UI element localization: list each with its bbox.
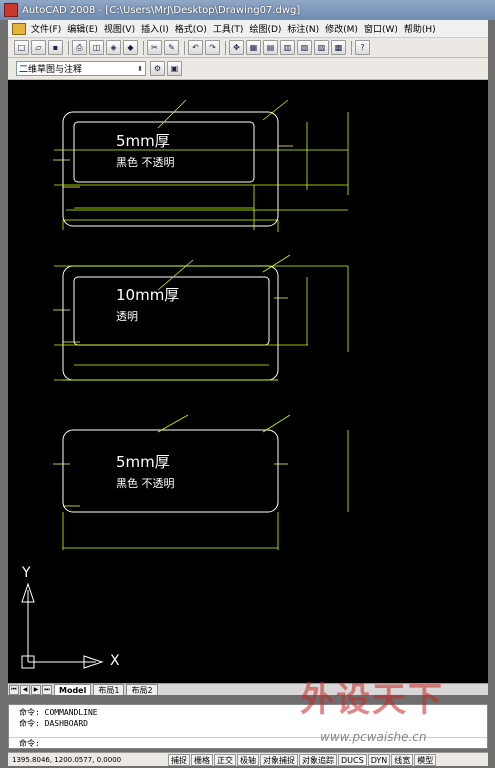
menu-modify[interactable]: 修改(M) bbox=[322, 22, 361, 35]
toggle-dyn[interactable]: DYN bbox=[367, 753, 391, 766]
tab-model[interactable]: Model bbox=[54, 684, 92, 695]
workspace-select[interactable]: 二维草图与注释 ⬍ bbox=[16, 61, 146, 76]
coordinate-readout: 1395.8046, 1200.0577, 0.0000 bbox=[12, 755, 122, 764]
prev-tab-icon[interactable]: ◀ bbox=[20, 684, 30, 695]
panel-3-drawing bbox=[53, 414, 349, 550]
match-properties-icon[interactable]: ✎ bbox=[164, 40, 179, 55]
drawing-canvas[interactable]: .geo { fill: none; stroke: #ffffff; stro… bbox=[8, 80, 488, 683]
status-bar: 1395.8046, 1200.0577, 0.0000 捕捉 栅格 正交 极轴… bbox=[8, 752, 488, 766]
menu-format[interactable]: 格式(O) bbox=[172, 22, 210, 35]
menu-view[interactable]: 视图(V) bbox=[101, 22, 138, 35]
menu-window[interactable]: 窗口(W) bbox=[361, 22, 401, 35]
workspace-settings-icon[interactable]: ⚙ bbox=[150, 61, 165, 76]
calculator-icon[interactable]: ▩ bbox=[331, 40, 346, 55]
toggle-otrack[interactable]: 对象追踪 bbox=[299, 753, 337, 766]
toolbar-separator bbox=[68, 40, 69, 55]
chevron-down-icon: ⬍ bbox=[137, 64, 143, 73]
toolbar-separator bbox=[225, 40, 226, 55]
tab-layout1[interactable]: 布局1 bbox=[93, 684, 125, 695]
last-tab-icon[interactable]: ⏭ bbox=[42, 684, 52, 695]
panel-1-leaders bbox=[157, 99, 289, 129]
panel-3-thickness-label: 5mm厚 bbox=[116, 453, 170, 471]
markup-icon[interactable]: ▨ bbox=[314, 40, 329, 55]
panel-1-horizontal-dims bbox=[62, 185, 279, 232]
toggle-ortho[interactable]: 正交 bbox=[214, 753, 236, 766]
menu-dimension[interactable]: 标注(N) bbox=[284, 22, 322, 35]
menu-edit[interactable]: 编辑(E) bbox=[64, 22, 101, 35]
menu-insert[interactable]: 插入(I) bbox=[138, 22, 172, 35]
toggle-model[interactable]: 模型 bbox=[414, 753, 437, 766]
panel-3-outline bbox=[62, 429, 279, 513]
ucs-y-label: Y bbox=[22, 565, 31, 581]
panel-2-material-label: 透明 bbox=[116, 310, 138, 323]
ucs-x-label: X bbox=[110, 653, 120, 669]
document-menu-icon[interactable] bbox=[12, 22, 26, 35]
panel-1-extension-lines bbox=[54, 149, 348, 211]
undo-icon[interactable]: ↶ bbox=[188, 40, 203, 55]
new-file-icon[interactable]: □ bbox=[14, 40, 29, 55]
print-preview-icon[interactable]: ◫ bbox=[89, 40, 104, 55]
window-title: AutoCAD 2008 - [C:\Users\MrJ\Desktop\Dra… bbox=[22, 4, 301, 16]
ucs-arrows bbox=[21, 582, 104, 669]
drawing-svg: .geo { fill: none; stroke: #ffffff; stro… bbox=[21, 99, 349, 669]
watermark-brand: 外设天下 bbox=[300, 672, 444, 721]
print-icon[interactable]: ⎙ bbox=[72, 40, 87, 55]
panel-2-extension-lines bbox=[54, 265, 348, 381]
panel-2-horizontal-dims bbox=[63, 364, 278, 381]
menu-draw[interactable]: 绘图(D) bbox=[246, 22, 284, 35]
panel-1-thickness-label: 5mm厚 bbox=[116, 132, 170, 150]
panel-3-dims bbox=[62, 430, 349, 550]
panel-3-material-label: 黑色 不透明 bbox=[116, 477, 175, 490]
pan-icon[interactable]: ✥ bbox=[229, 40, 244, 55]
design-center-icon[interactable]: ▤ bbox=[263, 40, 278, 55]
panel-1-material-label: 黑色 不透明 bbox=[116, 156, 175, 169]
panel-2-vertical-dims bbox=[306, 266, 349, 352]
panel-1-vertical-dims bbox=[306, 112, 349, 195]
workspaces-toolbar: 二维草图与注释 ⬍ ⚙ ▣ bbox=[8, 58, 488, 80]
tab-layout2[interactable]: 布局2 bbox=[126, 684, 158, 695]
toggle-snap[interactable]: 捕捉 bbox=[168, 753, 190, 766]
menu-tools[interactable]: 工具(T) bbox=[210, 22, 247, 35]
menu-file[interactable]: 文件(F) bbox=[28, 22, 64, 35]
toggle-grid[interactable]: 栅格 bbox=[191, 753, 213, 766]
publish-icon[interactable]: ◈ bbox=[106, 40, 121, 55]
autocad-app-icon[interactable] bbox=[4, 3, 18, 17]
cut-icon[interactable]: ✂ bbox=[147, 40, 162, 55]
tool-palettes-icon[interactable]: ▥ bbox=[280, 40, 295, 55]
next-tab-icon[interactable]: ▶ bbox=[31, 684, 41, 695]
redo-icon[interactable]: ↷ bbox=[205, 40, 220, 55]
help-icon[interactable]: ? bbox=[355, 40, 370, 55]
toolbar-separator bbox=[143, 40, 144, 55]
toggle-lineweight[interactable]: 线宽 bbox=[391, 753, 414, 766]
toggle-ducs[interactable]: DUCS bbox=[338, 753, 367, 766]
save-icon[interactable]: ▪ bbox=[48, 40, 63, 55]
watermark-url: www.pcwaishe.cn bbox=[320, 730, 427, 744]
first-tab-icon[interactable]: ⏮ bbox=[9, 684, 19, 695]
workspace-save-icon[interactable]: ▣ bbox=[167, 61, 182, 76]
open-file-icon[interactable]: ▱ bbox=[31, 40, 46, 55]
sheet-set-icon[interactable]: ▧ bbox=[297, 40, 312, 55]
watermark-brand-text: 外设天下 bbox=[300, 680, 444, 720]
panel-2-drawing bbox=[53, 254, 349, 381]
toggle-osnap[interactable]: 对象捕捉 bbox=[260, 753, 298, 766]
panel-3-leaders bbox=[157, 414, 291, 433]
properties-icon[interactable]: ▦ bbox=[246, 40, 261, 55]
ucs-axes bbox=[27, 590, 96, 663]
title-bar: AutoCAD 2008 - [C:\Users\MrJ\Desktop\Dra… bbox=[0, 0, 495, 20]
menu-bar: 文件(F) 编辑(E) 视图(V) 插入(I) 格式(O) 工具(T) 绘图(D… bbox=[8, 20, 488, 38]
toolbar-separator bbox=[184, 40, 185, 55]
ucs-icon bbox=[21, 582, 104, 669]
workspace-select-value: 二维草图与注释 bbox=[19, 65, 83, 75]
standard-toolbar: □ ▱ ▪ ⎙ ◫ ◈ ◆ ✂ ✎ ↶ ↷ ✥ ▦ ▤ ▥ ▧ ▨ ▩ ? bbox=[8, 38, 488, 58]
panel-1-drawing bbox=[53, 99, 349, 232]
toggle-polar[interactable]: 极轴 bbox=[237, 753, 259, 766]
3d-dwf-icon[interactable]: ◆ bbox=[123, 40, 138, 55]
toolbar-separator bbox=[351, 40, 352, 55]
panel-2-thickness-label: 10mm厚 bbox=[116, 286, 180, 304]
menu-help[interactable]: 帮助(H) bbox=[401, 22, 439, 35]
